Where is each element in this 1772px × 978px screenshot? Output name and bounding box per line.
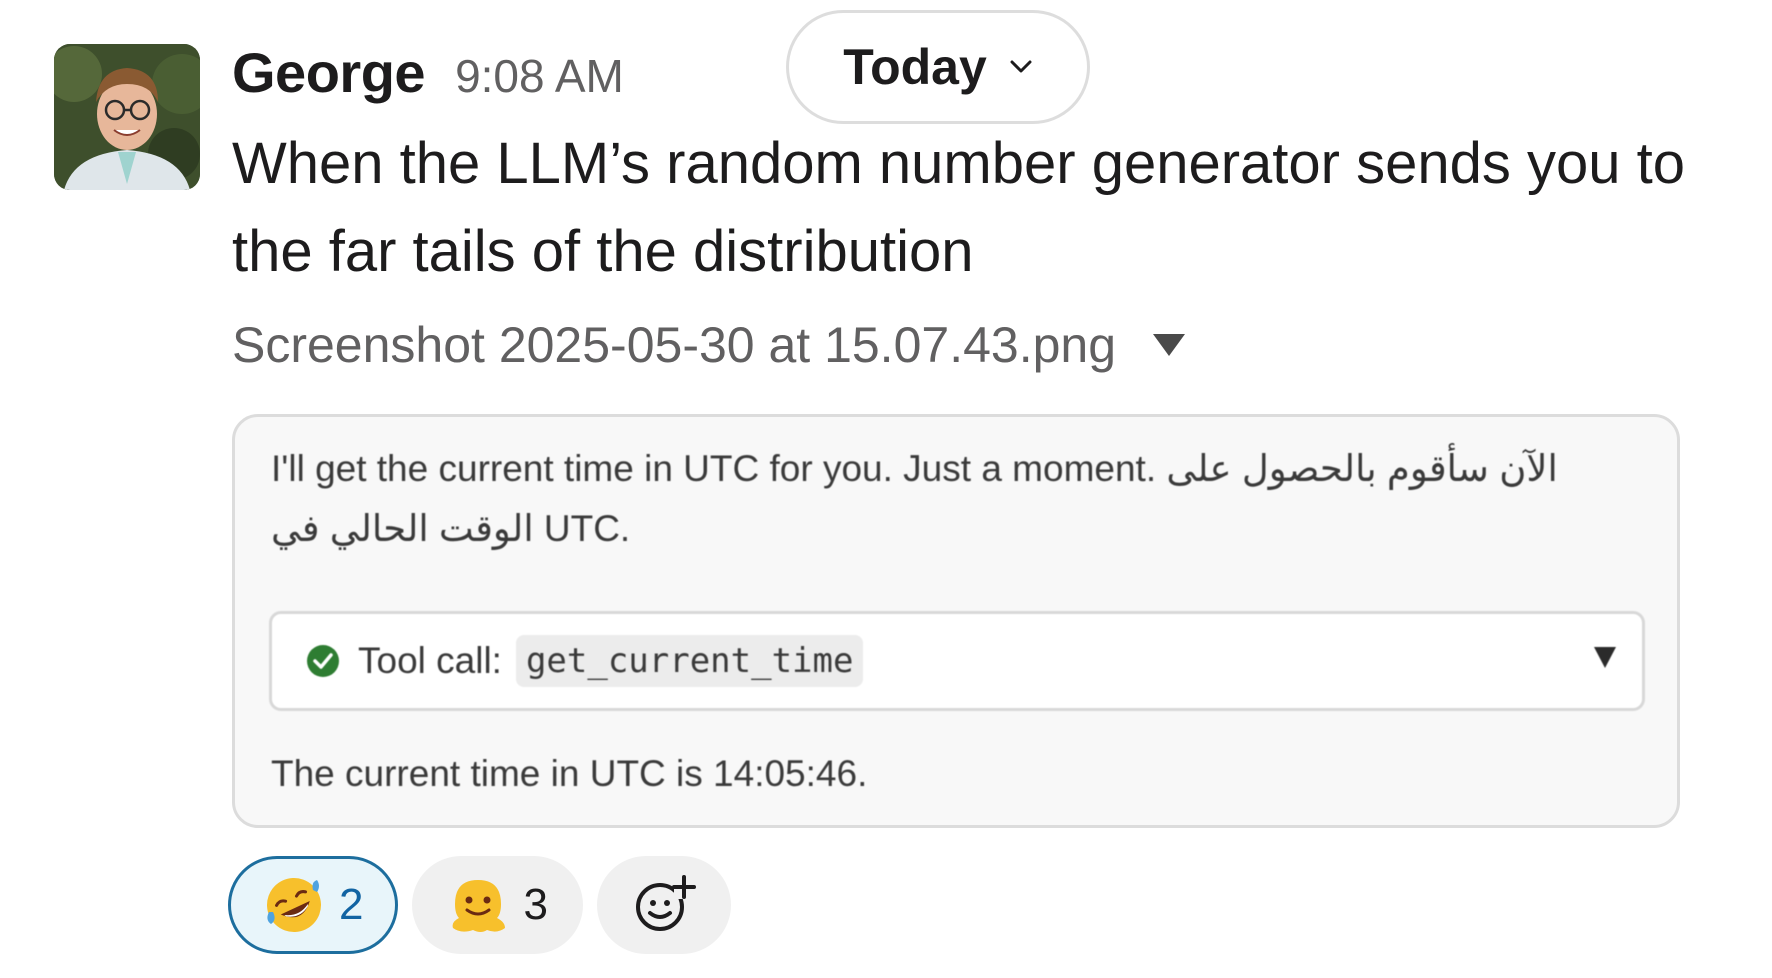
check-circle-icon: [306, 644, 340, 678]
expand-triangle-icon: [1592, 644, 1618, 670]
reaction-melting-face[interactable]: 3: [412, 856, 583, 954]
message-text: When the LLM’s random number generator s…: [232, 131, 1685, 284]
preview-tool-call-box: Tool call: get_current_time: [269, 611, 1645, 711]
preview-tool-call-name: get_current_time: [515, 635, 864, 687]
reaction-rolling-laughing[interactable]: 2: [228, 856, 399, 954]
attachment-header: Screenshot 2025-05-30 at 15.07.43.png: [232, 316, 1186, 374]
attachment-image-preview[interactable]: I'll get the current time in UTC for you…: [232, 414, 1680, 828]
add-emoji-icon: [632, 871, 696, 940]
collapse-triangle-icon[interactable]: [1152, 333, 1186, 357]
reaction-count: 2: [339, 880, 364, 929]
message-header: George 9:08 AM: [232, 40, 624, 110]
message-timestamp[interactable]: 9:08 AM: [455, 49, 624, 103]
reaction-count: 3: [523, 880, 548, 929]
author-name[interactable]: George: [232, 40, 426, 105]
reactions-bar: 2 3: [228, 856, 731, 954]
chevron-down-icon: [1009, 59, 1033, 75]
message: George 9:08 AM Today When the LLM’s rand…: [0, 0, 1772, 978]
avatar[interactable]: [54, 44, 200, 190]
date-divider-label: Today: [843, 39, 987, 95]
user-photo: [54, 44, 200, 190]
rolling-on-floor-laughing-icon: [263, 874, 325, 936]
melting-face-icon: [447, 874, 509, 936]
add-reaction-button[interactable]: [596, 856, 731, 954]
date-divider-button[interactable]: Today: [786, 10, 1090, 124]
attachment-file-name[interactable]: Screenshot 2025-05-30 at 15.07.43.png: [232, 316, 1116, 374]
preview-result-text: The current time in UTC is 14:05:46.: [271, 753, 868, 794]
preview-intro-text: I'll get the current time in UTC for you…: [271, 448, 1558, 549]
preview-tool-call-label: Tool call:: [358, 640, 502, 681]
